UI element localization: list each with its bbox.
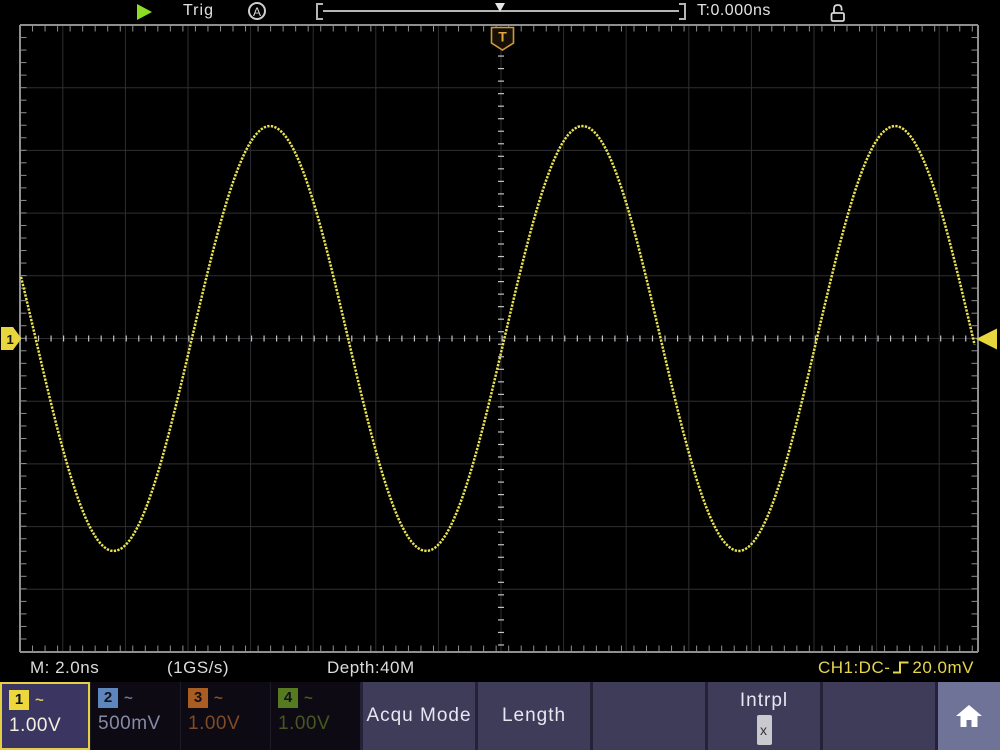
channel-2-cell[interactable]: 2 ~ 500mV	[90, 682, 180, 750]
graticule: 1T	[0, 0, 1000, 682]
channel-1-scale: 1.00V	[9, 715, 81, 737]
memory-depth-readout: Depth:40M	[327, 653, 415, 682]
trigger-level-arrow[interactable]	[976, 329, 997, 350]
channel-3-coupling-icon: ~	[214, 690, 223, 707]
menu-intrpl-button[interactable]: Intrpl x	[705, 682, 820, 750]
home-icon	[954, 702, 984, 730]
rising-edge-icon	[892, 659, 910, 676]
channel-1-coupling-icon: ~	[35, 692, 44, 709]
home-button[interactable]	[935, 682, 1000, 750]
intrpl-checkbox[interactable]: x	[757, 715, 772, 745]
menu-acqu-mode-button[interactable]: Acqu Mode	[360, 682, 475, 750]
channel-4-coupling-icon: ~	[304, 690, 313, 707]
trigger-info-readout: CH1:DC- 20.0mV	[818, 653, 974, 682]
sample-rate-readout: (1GS/s)	[167, 653, 229, 682]
channel-4-scale: 1.00V	[278, 713, 353, 735]
channel-1-cell[interactable]: 1 ~ 1.00V	[0, 682, 90, 750]
channel1-marker-label: 1	[7, 332, 14, 347]
bottom-menu-bar: 1 ~ 1.00V 2 ~ 500mV 3 ~ 1.00V	[0, 682, 1000, 750]
channel-2-badge: 2	[98, 688, 118, 708]
timebase-readout: M: 2.0ns	[30, 653, 99, 682]
intrpl-label: Intrpl	[740, 690, 788, 712]
measurement-status-bar: M: 2.0ns (1GS/s) Depth:40M CH1:DC- 20.0m…	[0, 653, 1000, 682]
channel-1-badge: 1	[9, 690, 29, 710]
channel-4-badge: 4	[278, 688, 298, 708]
menu-empty-cell-2	[820, 682, 935, 750]
menu-length-button[interactable]: Length	[475, 682, 590, 750]
channel-2-coupling-icon: ~	[124, 690, 133, 707]
trigger-level-value: 20.0mV	[912, 653, 974, 682]
channel-3-badge: 3	[188, 688, 208, 708]
oscilloscope-screen: Trig A T:0.000ns 1T M: 2.0ns (1GS/s) Dep…	[0, 0, 1000, 750]
channel-3-cell[interactable]: 3 ~ 1.00V	[180, 682, 270, 750]
channel-status-area: 1 ~ 1.00V 2 ~ 500mV 3 ~ 1.00V	[0, 682, 360, 750]
channel-2-scale: 500mV	[98, 713, 173, 735]
channel-4-cell[interactable]: 4 ~ 1.00V	[270, 682, 360, 750]
trigger-badge-label: T	[498, 29, 507, 45]
menu-empty-cell-1	[590, 682, 705, 750]
channel-3-scale: 1.00V	[188, 713, 263, 735]
trigger-source-coupling: CH1:DC-	[818, 653, 890, 682]
